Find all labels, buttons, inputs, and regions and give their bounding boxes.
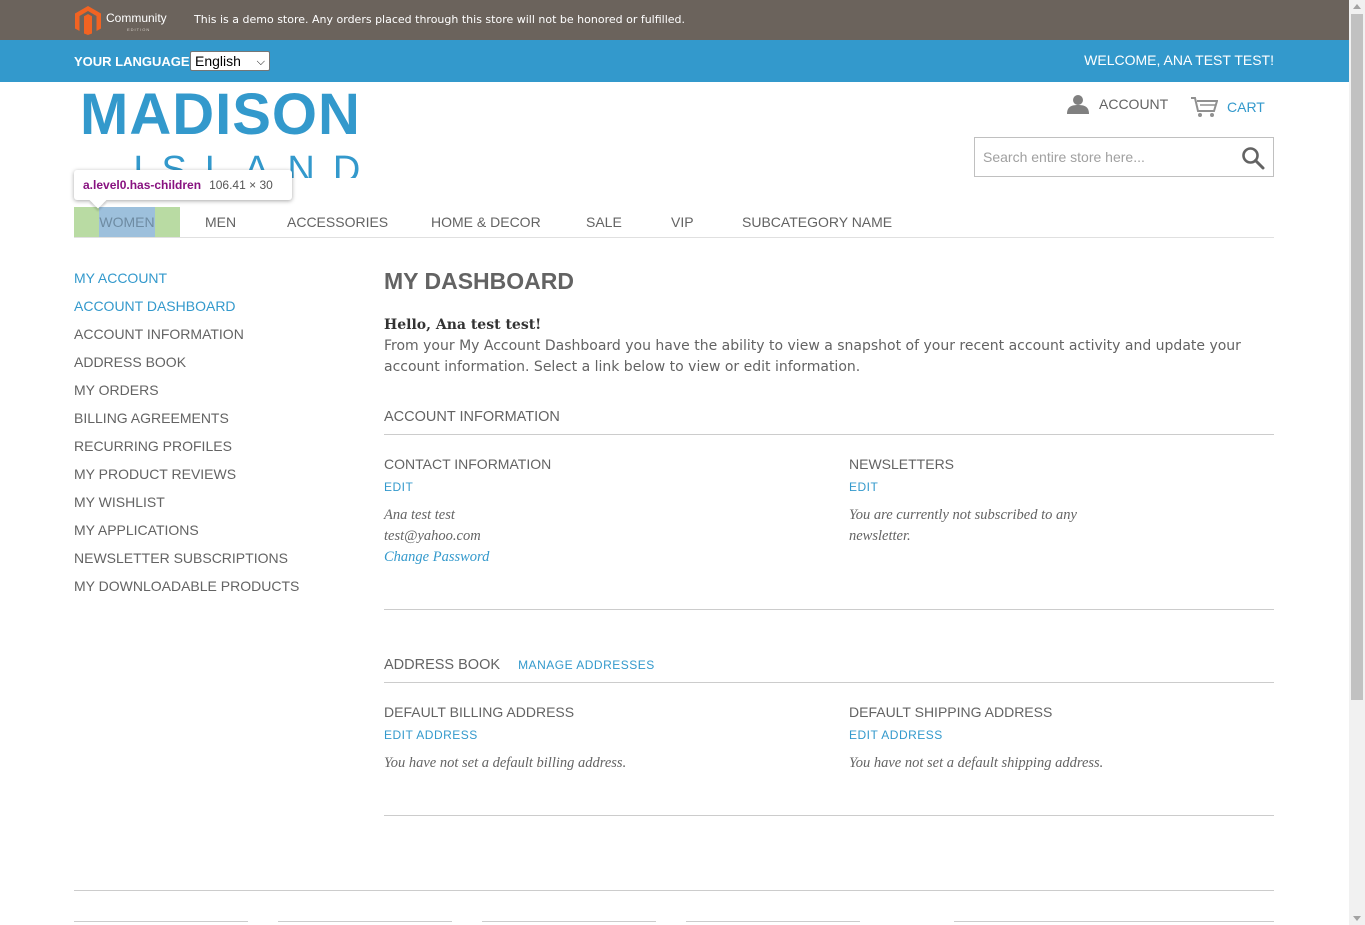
- cart-icon: [1191, 97, 1218, 117]
- scroll-down-arrow-icon[interactable]: [1353, 916, 1361, 921]
- section-divider: [384, 815, 1274, 816]
- tooltip-dimensions: 106.41 × 30: [209, 178, 273, 192]
- tooltip-selector: a.level0.has-children: [83, 178, 202, 192]
- language-selected-value: English: [195, 53, 241, 69]
- footer-column-line: [482, 921, 656, 922]
- vertical-scrollbar[interactable]: [1349, 0, 1365, 925]
- shipping-edit-address-link[interactable]: EDIT ADDRESS: [849, 728, 943, 742]
- contact-information-heading: CONTACT INFORMATION: [384, 456, 552, 472]
- chevron-down-icon: ⌵: [256, 56, 265, 68]
- search-form: [974, 137, 1274, 177]
- sidebar-item-billing-agreements[interactable]: BILLING AGREEMENTS: [74, 404, 334, 432]
- newsletters-edit-link[interactable]: EDIT: [849, 480, 878, 494]
- sidebar-title: MY ACCOUNT: [74, 270, 168, 286]
- nav-item-subcategory[interactable]: SUBCATEGORY NAME: [742, 207, 892, 237]
- nav-item-men[interactable]: MEN: [205, 207, 236, 237]
- hello-message: Hello, Ana test test!: [384, 317, 542, 333]
- shipping-address-heading: DEFAULT SHIPPING ADDRESS: [849, 704, 1053, 720]
- contact-name: Ana test test: [384, 507, 455, 523]
- change-password-link[interactable]: Change Password: [384, 549, 489, 565]
- footer-column-line: [278, 921, 452, 922]
- demo-notice-text: This is a demo store. Any orders placed …: [194, 13, 686, 26]
- nav-item-vip[interactable]: VIP: [671, 207, 694, 237]
- dashboard-main: MY DASHBOARD Hello, Ana test test! From …: [384, 265, 1274, 816]
- billing-edit-address-link[interactable]: EDIT ADDRESS: [384, 728, 478, 742]
- account-link[interactable]: ACCOUNT: [1066, 94, 1168, 114]
- sidebar-item-wishlist[interactable]: MY WISHLIST: [74, 488, 334, 516]
- search-icon[interactable]: [1241, 146, 1265, 170]
- sidebar-item-newsletter-subscriptions[interactable]: NEWSLETTER SUBSCRIPTIONS: [74, 544, 334, 572]
- manage-addresses-link[interactable]: MANAGE ADDRESSES: [518, 658, 655, 672]
- billing-address-status: You have not set a default billing addre…: [384, 755, 627, 771]
- account-information-heading: ACCOUNT INFORMATION: [384, 409, 1274, 435]
- cart-link[interactable]: CART: [1190, 96, 1265, 118]
- sidebar-item-product-reviews[interactable]: MY PRODUCT REVIEWS: [74, 460, 334, 488]
- footer-column-line: [954, 921, 1274, 922]
- sidebar-item-my-orders[interactable]: MY ORDERS: [74, 376, 334, 404]
- contact-edit-link[interactable]: EDIT: [384, 480, 413, 494]
- user-icon: [1067, 95, 1089, 114]
- welcome-message: WELCOME, ANA TEST TEST!: [1084, 52, 1274, 68]
- intro-text: From your My Account Dashboard you have …: [384, 338, 1241, 375]
- sidebar-item-address-book[interactable]: ADDRESS BOOK: [74, 348, 334, 376]
- scrollbar-thumb[interactable]: [1351, 14, 1363, 700]
- section-divider: [384, 609, 1274, 610]
- contact-details: Ana test test test@yahoo.com Change Pass…: [384, 505, 489, 568]
- address-book-heading: ADDRESS BOOK MANAGE ADDRESSES: [384, 657, 1274, 683]
- site-logo-main[interactable]: MADISON: [80, 84, 361, 146]
- page-title: MY DASHBOARD: [384, 268, 574, 294]
- sidebar-item-downloadable-products[interactable]: MY DOWNLOADABLE PRODUCTS: [74, 572, 334, 600]
- account-sidebar: MY ACCOUNT ACCOUNT DASHBOARD ACCOUNT INF…: [74, 270, 334, 600]
- newsletters-heading: NEWSLETTERS: [849, 456, 955, 472]
- billing-address-heading: DEFAULT BILLING ADDRESS: [384, 704, 575, 720]
- search-input[interactable]: [975, 138, 1225, 176]
- newsletters-status: You are currently not subscribed to any …: [849, 507, 1077, 544]
- account-label: ACCOUNT: [1099, 96, 1169, 112]
- account-information-title: ACCOUNT INFORMATION: [384, 409, 560, 425]
- contact-email: test@yahoo.com: [384, 528, 481, 544]
- nav-item-women[interactable]: WOMEN: [74, 207, 180, 237]
- demo-store-bar: Community EDITION This is a demo store. …: [0, 0, 1349, 40]
- logo-subtext: EDITION: [127, 27, 151, 32]
- nav-item-sale[interactable]: SALE: [586, 207, 622, 237]
- language-select[interactable]: English ⌵: [190, 51, 270, 71]
- cart-label: CART: [1227, 99, 1265, 115]
- address-book-title: ADDRESS BOOK: [384, 657, 501, 673]
- devtools-inspect-tooltip: a.level0.has-children 106.41 × 30: [74, 170, 292, 209]
- nav-item-label: WOMEN: [99, 207, 155, 237]
- footer-column-line: [686, 921, 860, 922]
- tooltip-arrow: [89, 191, 107, 209]
- footer-column-line: [74, 921, 248, 922]
- nav-item-home-decor[interactable]: HOME & DECOR: [431, 207, 541, 237]
- language-bar: YOUR LANGUAGE: English ⌵ WELCOME, ANA TE…: [0, 40, 1349, 82]
- language-label: YOUR LANGUAGE:: [74, 54, 194, 69]
- main-navigation: WOMEN MEN ACCESSORIES HOME & DECOR SALE …: [74, 207, 1274, 238]
- sidebar-item-applications[interactable]: MY APPLICATIONS: [74, 516, 334, 544]
- sidebar-item-account-information[interactable]: ACCOUNT INFORMATION: [74, 320, 334, 348]
- footer-divider: [74, 890, 1274, 891]
- sidebar-item-account-dashboard[interactable]: ACCOUNT DASHBOARD: [74, 292, 334, 320]
- sidebar-item-recurring-profiles[interactable]: RECURRING PROFILES: [74, 432, 334, 460]
- scroll-up-arrow-icon[interactable]: [1353, 4, 1361, 9]
- shipping-address-status: You have not set a default shipping addr…: [849, 755, 1104, 771]
- logo-text: Community: [106, 11, 167, 25]
- sidebar-list: ACCOUNT DASHBOARD ACCOUNT INFORMATION AD…: [74, 292, 334, 600]
- nav-item-accessories[interactable]: ACCESSORIES: [287, 207, 388, 237]
- magento-logo-icon: [75, 6, 101, 35]
